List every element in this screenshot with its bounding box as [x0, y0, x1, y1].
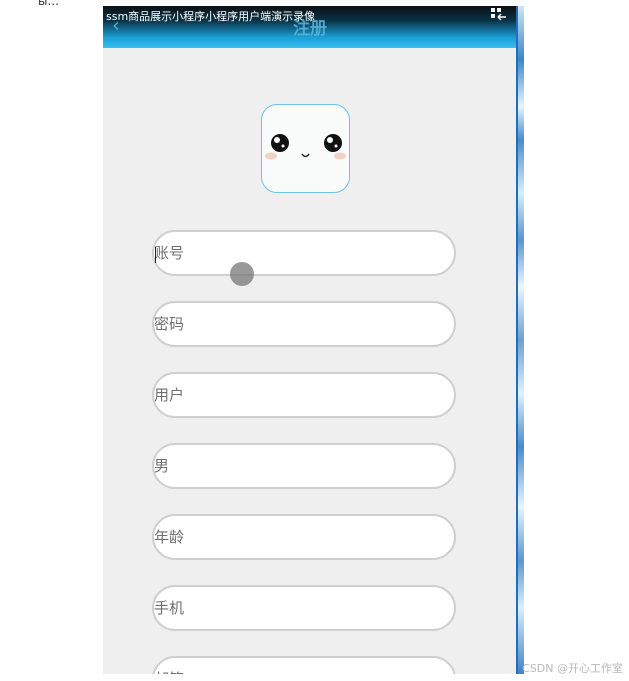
username-input[interactable]: [154, 374, 454, 416]
side-divider: [516, 6, 518, 674]
age-input[interactable]: [154, 516, 454, 558]
corner-text: ы...: [38, 0, 59, 8]
age-field[interactable]: [152, 514, 456, 560]
account-input[interactable]: [154, 232, 454, 274]
phone-field[interactable]: [152, 585, 456, 631]
password-field[interactable]: [152, 301, 456, 347]
password-input[interactable]: [154, 303, 454, 345]
account-field[interactable]: [152, 230, 456, 276]
phone-screen: ssm商品展示小程序小程序用户端演示录像 ‹ 注册: [103, 6, 517, 674]
phone-input[interactable]: [154, 587, 454, 629]
text-caret: [155, 247, 156, 263]
avatar[interactable]: [261, 104, 350, 193]
grid-arrow-icon[interactable]: [491, 8, 507, 22]
username-field[interactable]: [152, 372, 456, 418]
navigation-bar: ssm商品展示小程序小程序用户端演示录像 ‹ 注册: [103, 6, 517, 48]
page-title: 注册: [293, 19, 327, 39]
gender-field[interactable]: [152, 443, 456, 489]
email-field[interactable]: [152, 656, 456, 674]
cute-face-icon: [265, 134, 346, 160]
email-input[interactable]: [154, 658, 454, 674]
gender-input[interactable]: [154, 445, 454, 487]
touch-indicator: [230, 262, 254, 286]
watermark: CSDN @开心工作室: [522, 662, 623, 675]
